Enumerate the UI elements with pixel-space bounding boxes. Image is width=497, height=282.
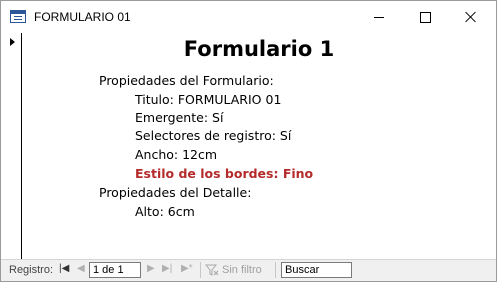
- height-property: Alto: 6cm: [135, 204, 195, 219]
- window-title: FORMULARIO 01: [34, 10, 131, 24]
- separator: [275, 262, 276, 278]
- maximize-button[interactable]: [402, 1, 448, 33]
- record-selector[interactable]: [1, 33, 22, 259]
- last-record-icon[interactable]: ▶|: [162, 263, 172, 274]
- first-record-icon[interactable]: |◀: [59, 263, 69, 274]
- form-icon: [10, 10, 26, 23]
- record-selectors-property: Selectores de registro: Sí: [135, 128, 292, 143]
- filter-toggle[interactable]: Sin filtro: [222, 264, 262, 276]
- next-record-icon[interactable]: ▶: [147, 263, 155, 274]
- form-properties-label: Propiedades del Formulario:: [99, 73, 274, 88]
- detail-properties-label: Propiedades del Detalle:: [99, 185, 252, 200]
- maximize-icon: [419, 11, 431, 23]
- width-property: Ancho: 12cm: [135, 147, 218, 162]
- title-property: Titulo: FORMULARIO 01: [135, 92, 282, 107]
- form-window: FORMULARIO 01 Formulario 1 Propiedades d…: [0, 0, 497, 282]
- close-icon: [465, 11, 477, 23]
- record-label: Registro:: [9, 264, 54, 276]
- form-detail: Formulario 1 Propiedades del Formulario:…: [22, 33, 496, 259]
- current-record-arrow-icon: [10, 38, 15, 46]
- search-input[interactable]: Buscar: [281, 262, 352, 278]
- close-button[interactable]: [448, 1, 494, 33]
- filter-icon: [205, 264, 219, 276]
- minimize-button[interactable]: [356, 1, 402, 33]
- new-record-icon[interactable]: ▶*: [181, 263, 193, 274]
- previous-record-icon[interactable]: ◀: [77, 263, 85, 274]
- title-bar[interactable]: FORMULARIO 01: [1, 1, 496, 33]
- current-record-field[interactable]: 1 de 1: [89, 262, 141, 278]
- separator: [200, 262, 201, 278]
- border-style-property: Estilo de los bordes: Fino: [135, 166, 314, 181]
- form-heading: Formulario 1: [183, 37, 335, 61]
- minimize-icon: [374, 16, 384, 18]
- record-navigation-bar: Registro: |◀ ◀ 1 de 1 ▶ ▶| ▶* Sin filtro…: [1, 259, 496, 281]
- popup-property: Emergente: Sí: [135, 110, 224, 125]
